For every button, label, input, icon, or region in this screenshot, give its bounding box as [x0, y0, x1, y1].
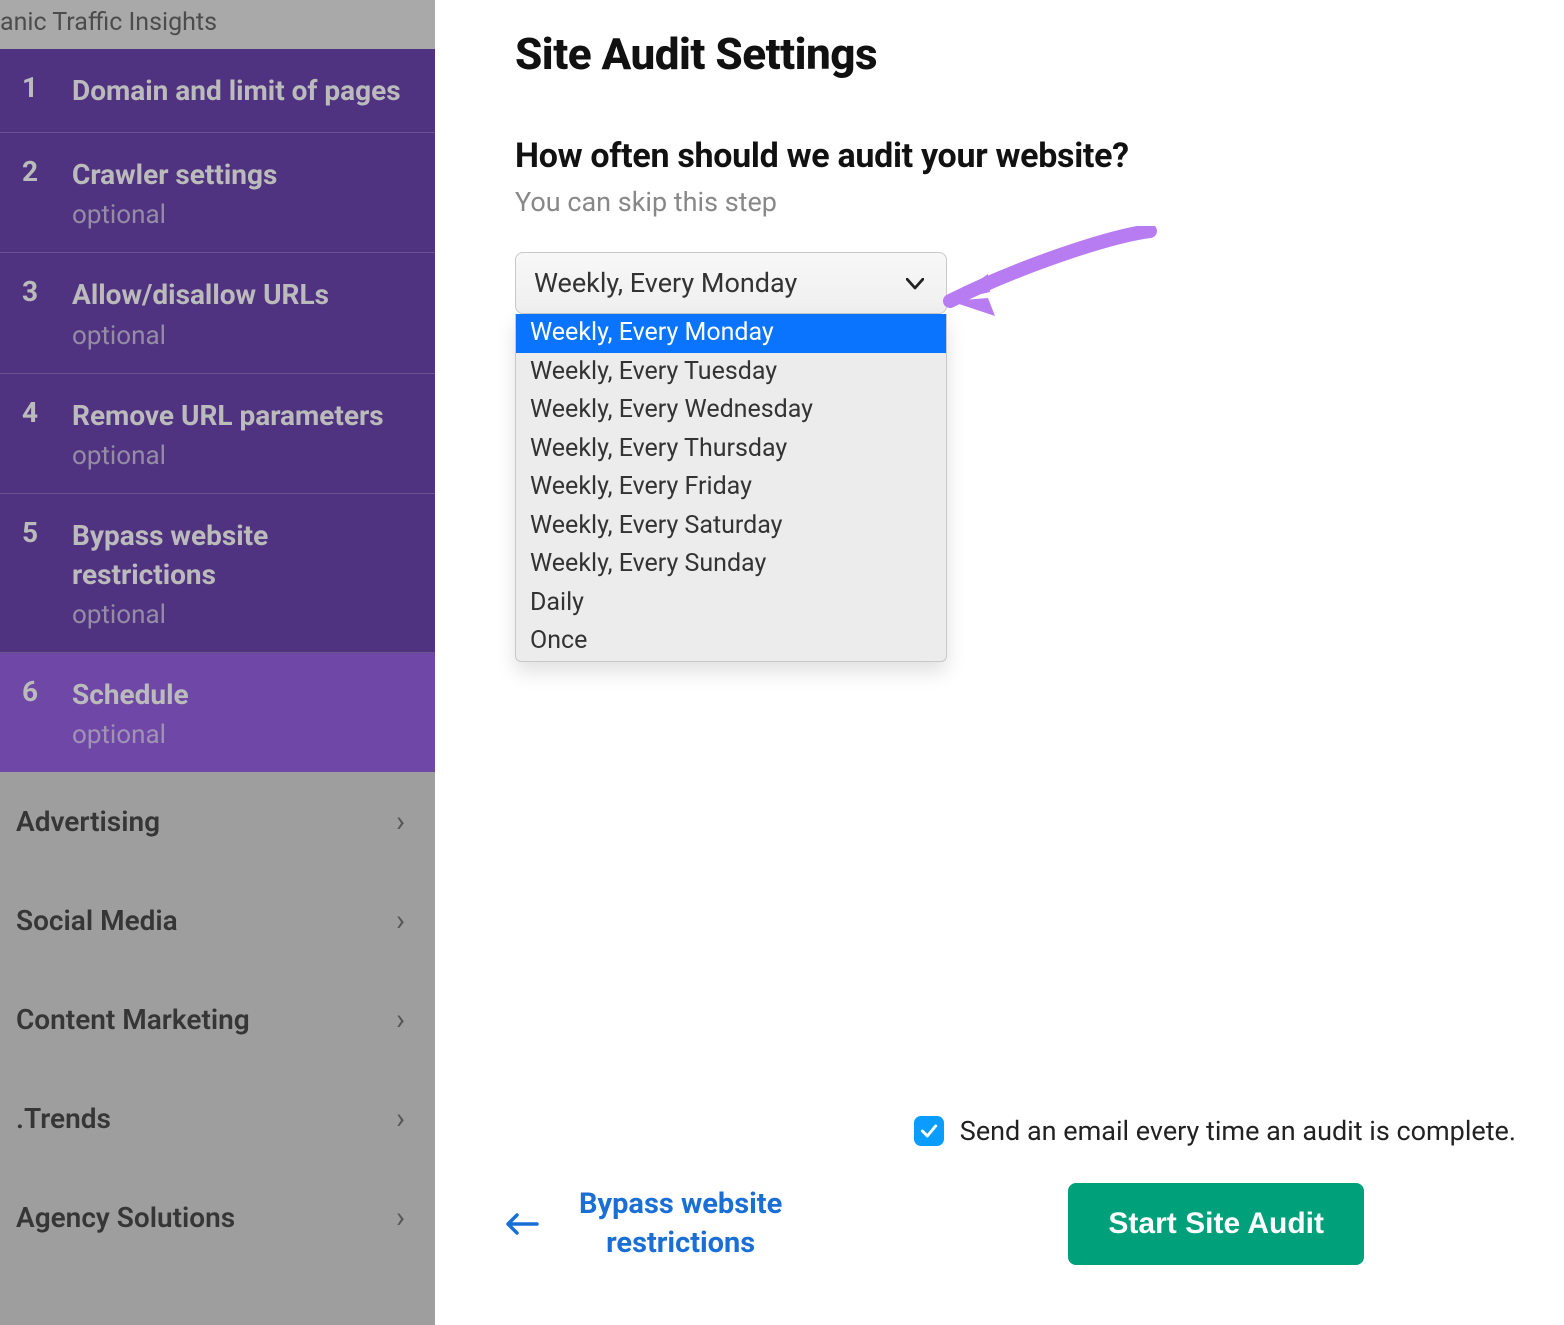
schedule-dropdown: Weekly, Every Monday Weekly, Every Monda…	[515, 252, 947, 314]
step-title: Schedule	[72, 675, 415, 714]
dropdown-option[interactable]: Weekly, Every Wednesday	[516, 391, 946, 430]
step-optional: optional	[72, 720, 415, 750]
step-optional: optional	[72, 321, 415, 351]
chevron-right-icon: ›	[396, 1002, 405, 1037]
category-advertising[interactable]: Advertising ›	[0, 772, 435, 871]
step-title: Allow/disallow URLs	[72, 275, 415, 314]
step-remove-url-parameters[interactable]: 4 Remove URL parameters optional	[0, 374, 435, 494]
step-number: 6	[22, 675, 72, 750]
category-label: .Trends	[16, 1102, 111, 1135]
step-number: 2	[22, 155, 72, 230]
step-number: 4	[22, 396, 72, 471]
chevron-right-icon: ›	[396, 804, 405, 839]
category-content-marketing[interactable]: Content Marketing ›	[0, 970, 435, 1069]
sidebar: anic Traffic Insights 1 Domain and limit…	[0, 0, 435, 1325]
footer: Send an email every time an audit is com…	[435, 1115, 1564, 1325]
email-notify-row: Send an email every time an audit is com…	[505, 1115, 1524, 1147]
step-allow-disallow-urls[interactable]: 3 Allow/disallow URLs optional	[0, 253, 435, 373]
step-optional: optional	[72, 200, 415, 230]
category-label: Agency Solutions	[16, 1201, 235, 1234]
footer-nav: Bypass websiterestrictions Start Site Au…	[505, 1183, 1524, 1265]
dropdown-option[interactable]: Daily	[516, 584, 946, 623]
page-title: Site Audit Settings	[515, 28, 1504, 80]
dropdown-option[interactable]: Weekly, Every Thursday	[516, 430, 946, 469]
category-label: Social Media	[16, 904, 178, 937]
back-link[interactable]: Bypass websiterestrictions	[579, 1185, 782, 1263]
dropdown-option[interactable]: Weekly, Every Friday	[516, 468, 946, 507]
step-title: Bypass website restrictions	[72, 516, 415, 594]
chevron-right-icon: ›	[396, 1101, 405, 1136]
email-notify-checkbox[interactable]	[914, 1116, 944, 1146]
chevron-down-icon	[906, 271, 924, 296]
email-notify-label: Send an email every time an audit is com…	[960, 1115, 1516, 1147]
schedule-dropdown-button[interactable]: Weekly, Every Monday	[515, 252, 947, 314]
chevron-right-icon: ›	[396, 903, 405, 938]
category-trends[interactable]: .Trends ›	[0, 1069, 435, 1168]
dropdown-option[interactable]: Weekly, Every Monday	[516, 314, 946, 353]
step-optional: optional	[72, 600, 415, 630]
step-number: 5	[22, 516, 72, 630]
step-crawler-settings[interactable]: 2 Crawler settings optional	[0, 133, 435, 253]
step-title: Remove URL parameters	[72, 396, 415, 435]
sidebar-top-partial-text: anic Traffic Insights	[0, 0, 435, 49]
category-label: Advertising	[16, 805, 160, 838]
step-optional: optional	[72, 441, 415, 471]
step-title: Domain and limit of pages	[72, 71, 415, 110]
step-bypass-restrictions[interactable]: 5 Bypass website restrictions optional	[0, 494, 435, 653]
category-agency-solutions[interactable]: Agency Solutions ›	[0, 1168, 435, 1267]
dropdown-option[interactable]: Weekly, Every Tuesday	[516, 353, 946, 392]
dropdown-option[interactable]: Weekly, Every Saturday	[516, 507, 946, 546]
back-arrow-icon[interactable]	[505, 1203, 539, 1245]
schedule-question: How often should we audit your website?	[515, 136, 1504, 176]
category-label: Content Marketing	[16, 1003, 250, 1036]
skip-hint: You can skip this step	[515, 186, 1504, 218]
step-number: 1	[22, 71, 72, 110]
dropdown-option[interactable]: Once	[516, 622, 946, 661]
step-schedule[interactable]: 6 Schedule optional	[0, 653, 435, 772]
step-domain-limit[interactable]: 1 Domain and limit of pages	[0, 49, 435, 133]
step-number: 3	[22, 275, 72, 350]
chevron-right-icon: ›	[396, 1200, 405, 1235]
start-site-audit-button[interactable]: Start Site Audit	[1068, 1183, 1364, 1265]
category-social-media[interactable]: Social Media ›	[0, 871, 435, 970]
wizard-steps: 1 Domain and limit of pages 2 Crawler se…	[0, 49, 435, 772]
schedule-dropdown-list: Weekly, Every Monday Weekly, Every Tuesd…	[515, 314, 947, 662]
dropdown-option[interactable]: Weekly, Every Sunday	[516, 545, 946, 584]
back-group: Bypass websiterestrictions	[505, 1185, 782, 1263]
sidebar-categories: Advertising › Social Media › Content Mar…	[0, 772, 435, 1267]
dropdown-selected-label: Weekly, Every Monday	[534, 267, 797, 299]
step-title: Crawler settings	[72, 155, 415, 194]
